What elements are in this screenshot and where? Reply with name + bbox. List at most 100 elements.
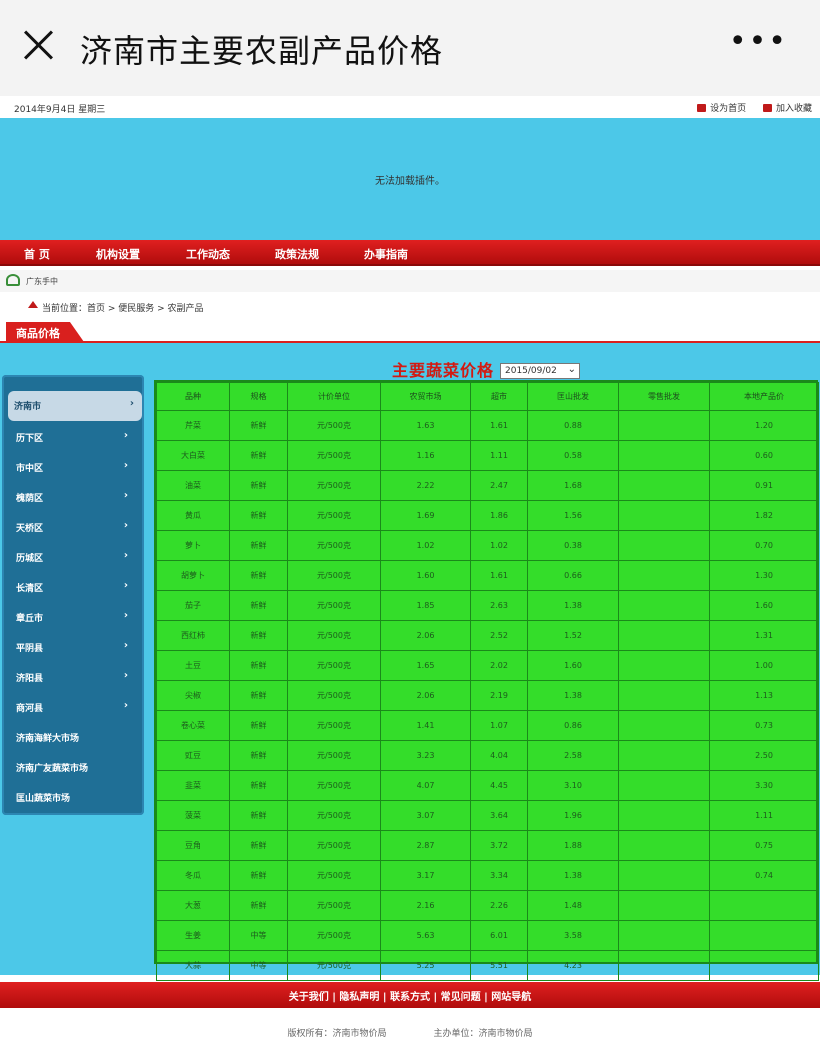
sidebar-item-seafood-market[interactable]: 济南海鲜大市场 — [10, 723, 136, 751]
table-cell: 4.23 — [527, 950, 619, 981]
table-cell: 0.58 — [527, 440, 619, 471]
table-cell: 元/500克 — [287, 740, 381, 771]
table-cell: 1.96 — [527, 800, 619, 831]
add-favorite-link[interactable]: 加入收藏 — [762, 104, 812, 114]
table-row: 大葱 新鲜 元/500克 2.16 2.26 1.48 — [156, 890, 819, 921]
sidebar-item-licheng[interactable]: 历城区 › — [10, 543, 136, 571]
sidebar-item-kuangshan-market[interactable]: 匡山蔬菜市场 — [10, 783, 136, 811]
table-cell: 新鲜 — [229, 620, 288, 651]
table-cell — [618, 740, 710, 771]
column-header: 本地产品价 — [709, 382, 819, 411]
footer-links[interactable]: 关于我们 | 隐私声明 | 联系方式 | 常见问题 | 网站导航 — [0, 982, 820, 1008]
table-cell: 3.64 — [470, 800, 528, 831]
nav-policy[interactable]: 政策法规 — [275, 246, 319, 262]
date-select[interactable]: 2015/09/02 ⌄ — [500, 363, 580, 379]
table-cell: 2.06 — [380, 620, 471, 651]
table-cell: 豇豆 — [156, 740, 230, 771]
sidebar-item-jinan[interactable]: 济南市 › — [8, 391, 142, 421]
table-cell: 元/500克 — [287, 770, 381, 801]
table-cell — [618, 710, 710, 741]
location-icon — [28, 301, 38, 308]
table-cell: 元/500克 — [287, 620, 381, 651]
close-icon[interactable] — [20, 26, 56, 62]
plugin-message: 无法加载插件。 — [375, 176, 445, 187]
chevron-right-icon: › — [123, 490, 128, 501]
sidebar-item-guangyou-market[interactable]: 济南广友蔬菜市场 — [10, 753, 136, 781]
main-nav: 首 页 机构设置 工作动态 政策法规 办事指南 — [0, 240, 820, 266]
table-row: 土豆 新鲜 元/500克 1.65 2.02 1.60 1.00 — [156, 650, 819, 681]
top-links: 设为首页 加入收藏 — [683, 101, 812, 114]
table-cell — [618, 620, 710, 651]
table-cell: 3.58 — [527, 920, 619, 951]
table-cell: 元/500克 — [287, 410, 381, 441]
table-cell: 1.61 — [470, 410, 528, 441]
nav-work-news[interactable]: 工作动态 — [186, 246, 230, 262]
table-cell — [709, 920, 819, 951]
table-cell: 元/500克 — [287, 920, 381, 951]
sidebar-item-shizhong[interactable]: 市中区 › — [10, 453, 136, 481]
table-row: 大白菜 新鲜 元/500克 1.16 1.11 0.58 0.60 — [156, 440, 819, 471]
sidebar-item-lixia[interactable]: 历下区 › — [10, 423, 136, 451]
table-cell — [618, 830, 710, 861]
nav-guide[interactable]: 办事指南 — [364, 246, 408, 262]
column-header: 品种 — [156, 382, 230, 411]
table-cell: 3.10 — [527, 770, 619, 801]
table-cell: 新鲜 — [229, 530, 288, 561]
sidebar-item-pingyin[interactable]: 平阴县 › — [10, 633, 136, 661]
table-row: 冬瓜 新鲜 元/500克 3.17 3.34 1.38 0.74 — [156, 860, 819, 891]
table-row: 胡萝卜 新鲜 元/500克 1.60 1.61 0.66 1.30 — [156, 560, 819, 591]
table-cell: 元/500克 — [287, 860, 381, 891]
table-cell: 1.86 — [470, 500, 528, 531]
table-row: 茄子 新鲜 元/500克 1.85 2.63 1.38 1.60 — [156, 590, 819, 621]
sidebar-item-shanghe[interactable]: 商河县 › — [10, 693, 136, 721]
column-header: 农贸市场 — [380, 382, 471, 411]
table-cell: 3.23 — [380, 740, 471, 771]
table-row: 韭菜 新鲜 元/500克 4.07 4.45 3.10 3.30 — [156, 770, 819, 801]
column-header: 规格 — [229, 382, 288, 411]
table-row: 黄瓜 新鲜 元/500克 1.69 1.86 1.56 1.82 — [156, 500, 819, 531]
table-cell: 新鲜 — [229, 710, 288, 741]
table-cell: 元/500克 — [287, 950, 381, 981]
table-cell: 0.74 — [709, 860, 819, 891]
sidebar-item-tianqiao[interactable]: 天桥区 › — [10, 513, 136, 541]
table-cell: 0.66 — [527, 560, 619, 591]
table-cell: 新鲜 — [229, 830, 288, 861]
column-header: 零售批发 — [618, 382, 710, 411]
sub-header: 广东手中 — [0, 270, 820, 292]
table-cell: 0.60 — [709, 440, 819, 471]
main-content: 济南市 › 历下区 › 市中区 › 槐荫区 › 天桥区 › 历城区 › 长清区 › 章丘市 › … — [0, 343, 820, 981]
column-header: 匡山批发 — [527, 382, 619, 411]
table-cell — [618, 590, 710, 621]
table-row: 大蒜 中等 元/500克 5.25 5.51 4.23 — [156, 950, 819, 981]
table-cell: 新鲜 — [229, 860, 288, 891]
table-cell: 0.86 — [527, 710, 619, 741]
table-cell: 3.30 — [709, 770, 819, 801]
home-icon — [697, 104, 707, 112]
chevron-right-icon: › — [123, 640, 128, 651]
table-cell — [618, 950, 710, 981]
nav-organization[interactable]: 机构设置 — [96, 246, 140, 262]
sidebar-item-changqing[interactable]: 长清区 › — [10, 573, 136, 601]
table-cell: 2.06 — [380, 680, 471, 711]
column-header: 计价单位 — [287, 382, 381, 411]
table-cell: 1.02 — [470, 530, 528, 561]
chevron-right-icon: › — [123, 430, 128, 441]
table-cell: 卷心菜 — [156, 710, 230, 741]
sidebar-item-huaiyin[interactable]: 槐荫区 › — [10, 483, 136, 511]
sidebar-item-zhangqiu[interactable]: 章丘市 › — [10, 603, 136, 631]
set-home-link[interactable]: 设为首页 — [697, 104, 746, 114]
table-cell — [618, 680, 710, 711]
chevron-right-icon: › — [123, 550, 128, 561]
nav-home[interactable]: 首 页 — [24, 246, 50, 262]
table-cell: 生姜 — [156, 920, 230, 951]
table-cell: 元/500克 — [287, 440, 381, 471]
table-cell: 新鲜 — [229, 410, 288, 441]
favorite-icon — [762, 104, 772, 112]
more-options-icon[interactable]: ••• — [729, 24, 788, 59]
sidebar-item-jiyang[interactable]: 济阳县 › — [10, 663, 136, 691]
price-title: 主要蔬菜价格 — [392, 361, 495, 380]
chevron-right-icon: › — [123, 460, 128, 471]
table-cell — [618, 800, 710, 831]
table-cell: 元/500克 — [287, 650, 381, 681]
table-cell: 0.88 — [527, 410, 619, 441]
